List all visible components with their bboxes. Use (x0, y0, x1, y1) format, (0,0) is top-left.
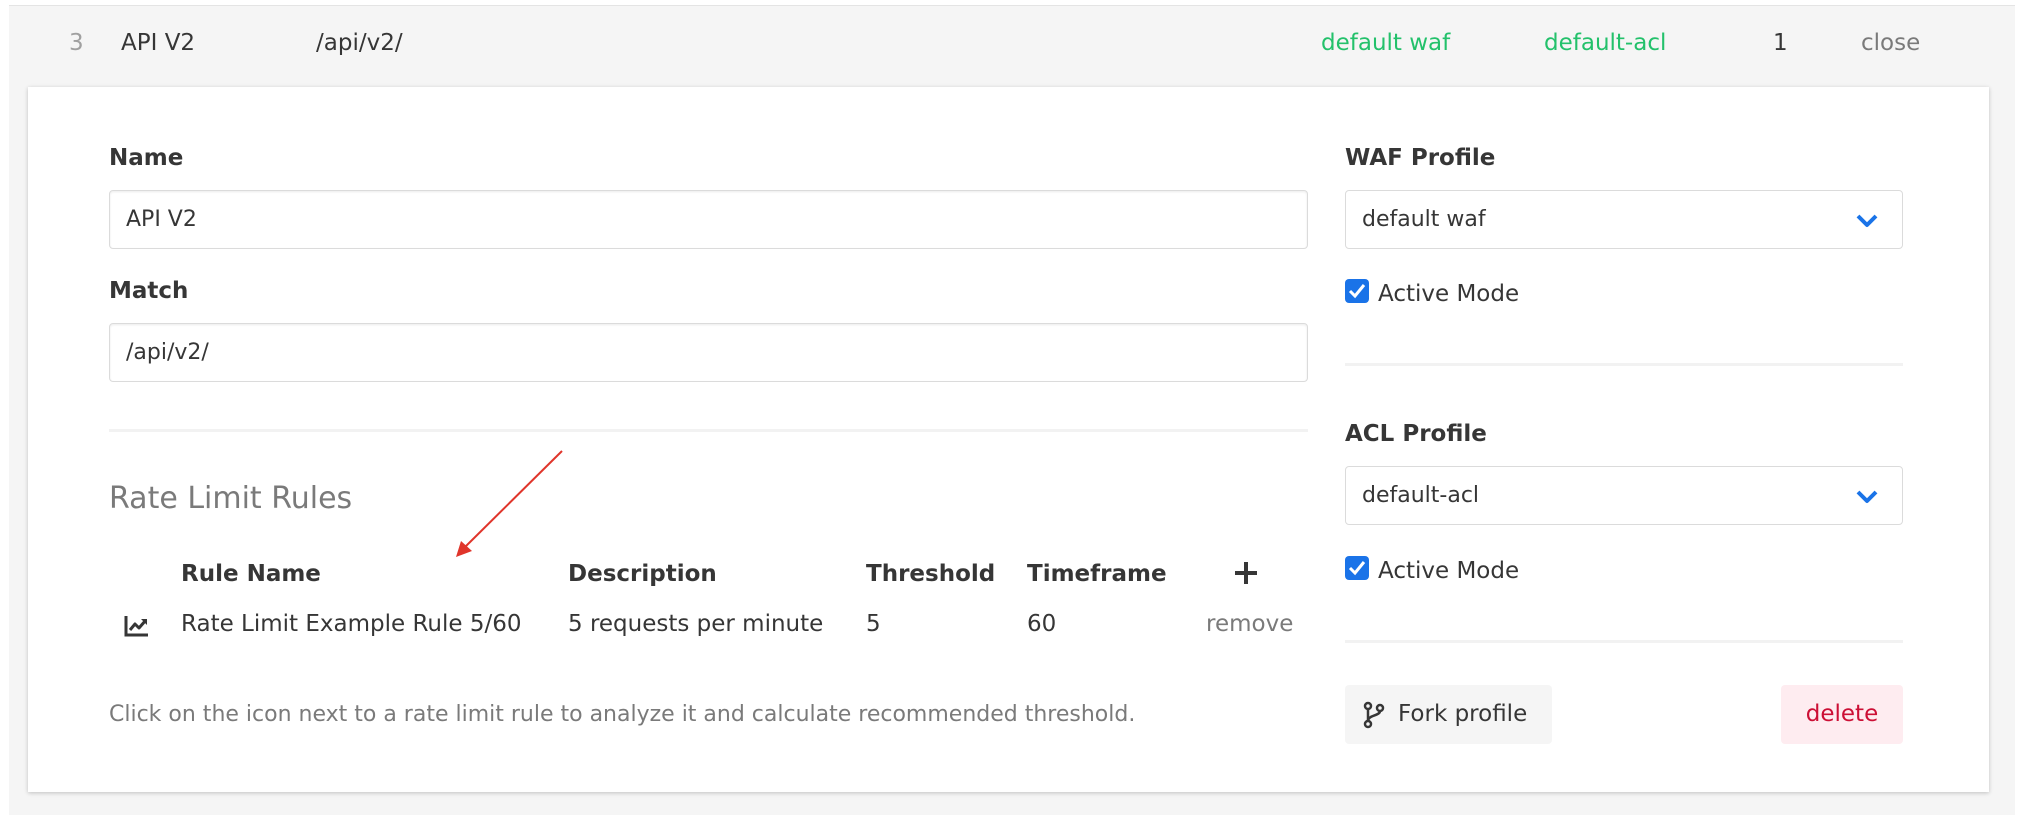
match-label: Match (109, 278, 189, 304)
acl-profile-label: ACL Profile (1345, 421, 1487, 447)
waf-active-label: Active Mode (1378, 281, 1520, 307)
check-icon (1348, 561, 1366, 576)
name-label: Name (109, 145, 184, 171)
acl-active-label: Active Mode (1378, 558, 1520, 584)
column-timeframe: Timeframe (1027, 561, 1167, 587)
waf-active-checkbox[interactable] (1345, 279, 1369, 303)
annotation-arrow-icon (456, 450, 563, 557)
chevron-down-icon (1856, 490, 1878, 503)
rule-name-cell: Rate Limit Example Rule 5/60 (181, 611, 522, 637)
entry-match: /api/v2/ (316, 30, 403, 56)
rule-timeframe-cell: 60 (1027, 611, 1057, 637)
chart-icon[interactable] (124, 614, 150, 638)
name-input[interactable]: API V2 (109, 190, 1308, 249)
rule-description-cell: 5 requests per minute (568, 611, 824, 637)
code-branch-icon (1363, 701, 1385, 729)
entry-name: API V2 (121, 30, 196, 56)
column-description: Description (568, 561, 717, 587)
entry-acl-profile: default-acl (1544, 30, 1667, 56)
acl-profile-select[interactable]: default-acl (1345, 466, 1903, 525)
entry-waf-profile: default waf (1321, 30, 1451, 56)
plus-icon[interactable] (1233, 560, 1259, 586)
delete-button[interactable]: delete (1781, 685, 1903, 744)
entry-index: 3 (69, 30, 84, 56)
section-divider (1345, 363, 1903, 366)
acl-profile-selected: default-acl (1362, 483, 1480, 508)
acl-active-checkbox[interactable] (1345, 556, 1369, 580)
waf-profile-label: WAF Profile (1345, 145, 1496, 171)
column-threshold: Threshold (866, 561, 996, 587)
entry-rate-limit-count: 1 (1773, 30, 1788, 56)
rate-limit-help-text: Click on the icon next to a rate limit r… (109, 702, 1136, 727)
section-divider (1345, 640, 1903, 643)
fork-profile-button[interactable]: Fork profile (1345, 685, 1552, 744)
entry-editor-card: Name API V2 Match /api/v2/ Rate Limit Ru… (28, 87, 1989, 792)
match-input[interactable]: /api/v2/ (109, 323, 1308, 382)
column-rule-name: Rule Name (181, 561, 321, 587)
chevron-down-icon (1856, 214, 1878, 227)
check-icon (1348, 284, 1366, 299)
url-map-entry: 3 API V2 /api/v2/ default waf default-ac… (9, 5, 2015, 815)
waf-profile-select[interactable]: default waf (1345, 190, 1903, 249)
remove-link[interactable]: remove (1206, 611, 1293, 637)
waf-profile-selected: default waf (1362, 207, 1486, 232)
close-link[interactable]: close (1861, 6, 1920, 81)
section-divider (109, 429, 1308, 432)
fork-profile-label: Fork profile (1398, 701, 1528, 727)
rate-limit-title: Rate Limit Rules (109, 481, 353, 516)
rule-threshold-cell: 5 (866, 611, 881, 637)
